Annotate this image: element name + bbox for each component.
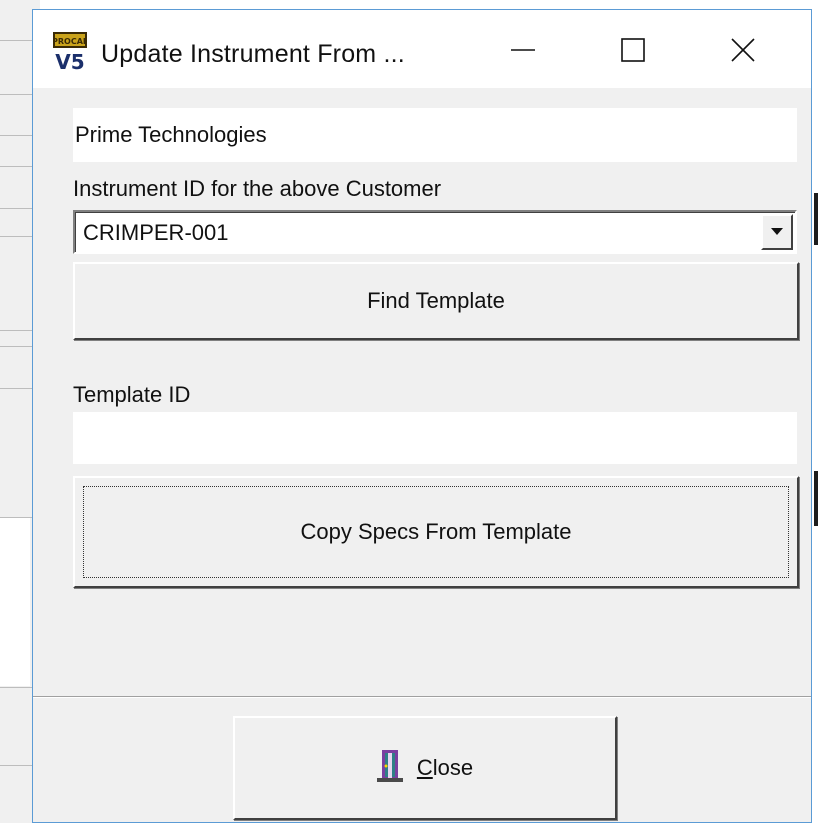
dropdown-arrow-icon <box>771 223 783 241</box>
background-edge <box>814 471 818 526</box>
customer-name: Prime Technologies <box>75 122 267 147</box>
find-template-label: Find Template <box>367 288 505 313</box>
minimize-button[interactable] <box>479 22 567 78</box>
background-divider <box>0 208 32 209</box>
background-divider <box>0 330 32 331</box>
instrument-id-value: CRIMPER-001 <box>83 220 229 245</box>
background-divider <box>0 40 32 41</box>
close-window-button[interactable] <box>699 22 787 78</box>
instrument-id-label: Instrument ID for the above Customer <box>73 176 442 201</box>
copy-specs-button[interactable]: Copy Specs From Template <box>73 476 799 588</box>
background-divider <box>0 135 32 136</box>
background-divider <box>0 346 32 347</box>
close-accelerator: C <box>416 755 433 780</box>
template-id-field[interactable] <box>73 412 797 464</box>
dialog-body: Prime Technologies Instrument ID for the… <box>33 88 811 822</box>
instrument-id-combobox[interactable]: CRIMPER-001 <box>73 210 797 254</box>
svg-text:V5: V5 <box>55 50 84 72</box>
window-title: Update Instrument From ... <box>101 40 405 68</box>
background-edge <box>814 193 818 245</box>
close-button[interactable]: Close <box>233 716 617 820</box>
close-label: Close <box>417 755 473 781</box>
background-divider <box>0 236 32 237</box>
footer-separator <box>33 696 811 698</box>
close-label-rest: lose <box>432 755 474 780</box>
template-id-value <box>73 412 797 426</box>
template-id-label: Template ID <box>73 382 191 407</box>
close-icon <box>730 37 756 63</box>
exit-door-icon <box>376 748 403 788</box>
background-divider <box>0 94 32 95</box>
customer-field: Prime Technologies <box>73 108 797 162</box>
maximize-button[interactable] <box>589 22 677 78</box>
background-divider <box>0 388 32 389</box>
find-template-button[interactable]: Find Template <box>73 262 799 340</box>
combo-dropdown-button[interactable] <box>761 214 793 250</box>
title-bar[interactable]: PROCAL V5 Update Instrument From ... <box>33 10 811 88</box>
background-divider <box>0 166 32 167</box>
app-icon: PROCAL V5 <box>52 32 88 74</box>
background-divider <box>0 687 32 688</box>
background-divider <box>0 765 32 766</box>
svg-text:PROCAL: PROCAL <box>53 37 87 46</box>
minimize-icon <box>510 37 536 63</box>
background-panel <box>0 518 30 686</box>
focus-rectangle <box>83 486 789 578</box>
maximize-icon <box>620 37 646 63</box>
update-instrument-dialog: PROCAL V5 Update Instrument From ... Pri… <box>32 9 812 823</box>
